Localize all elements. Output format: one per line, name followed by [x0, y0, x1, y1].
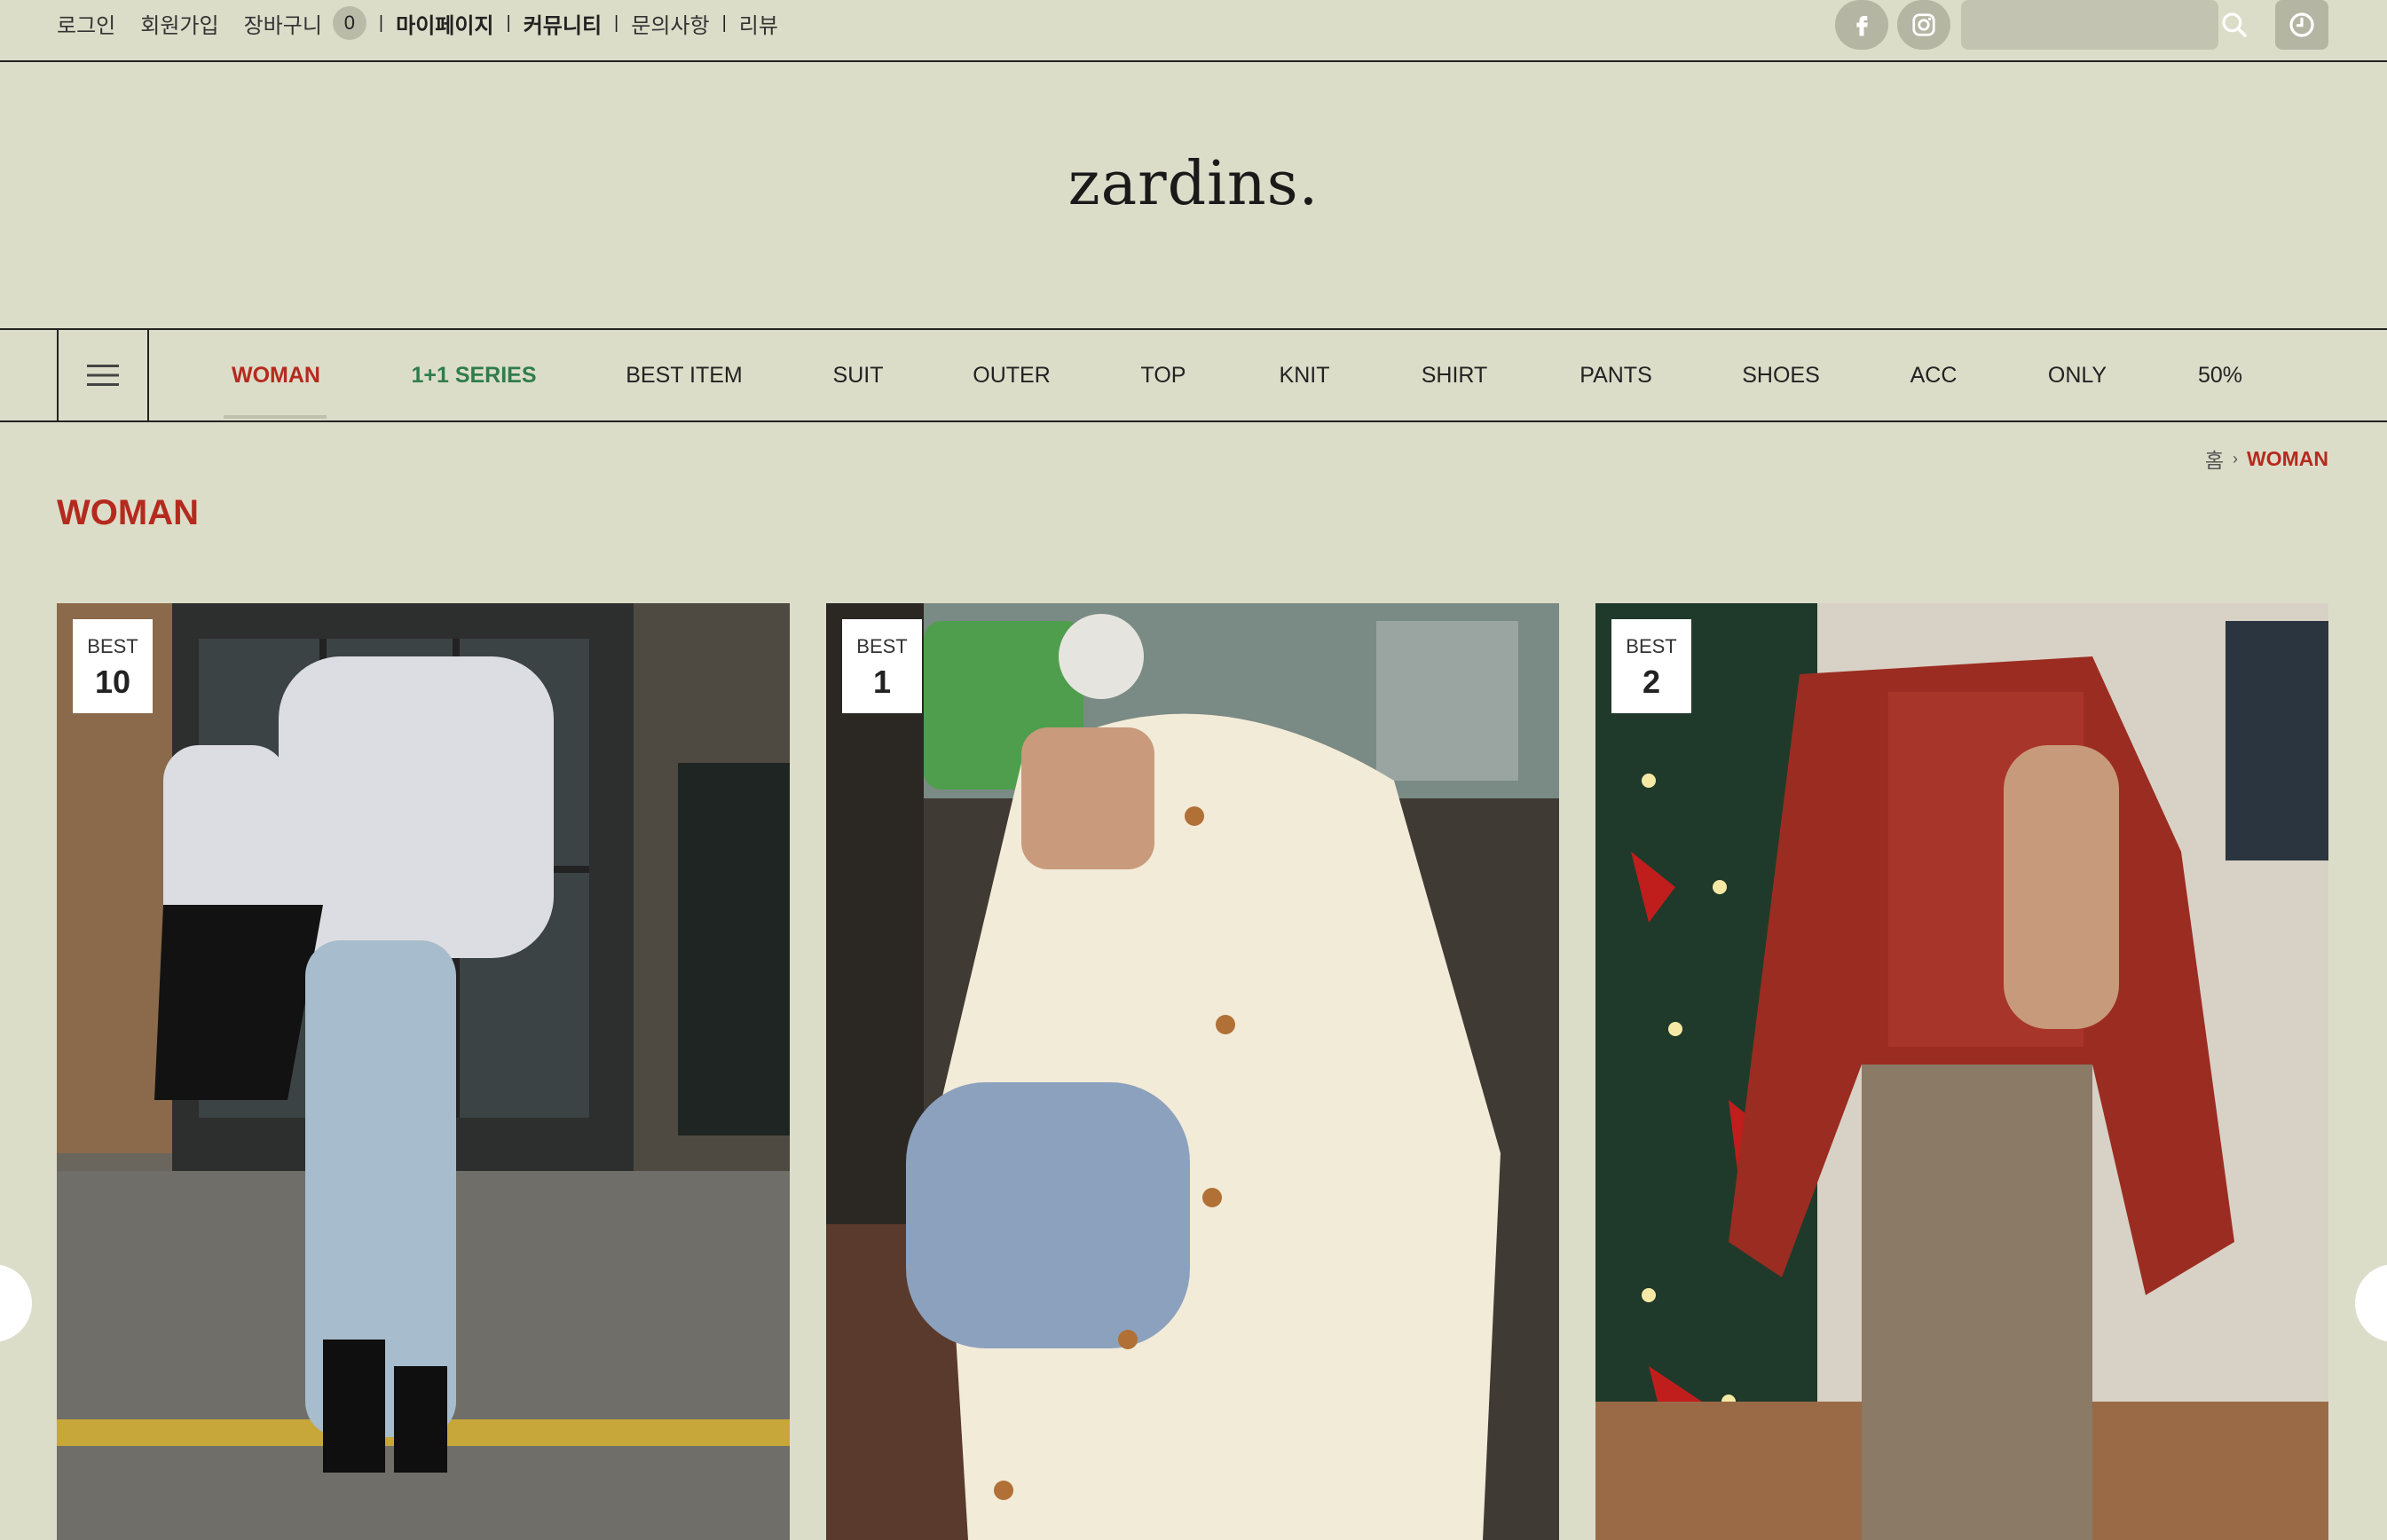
link-separator: | — [721, 12, 727, 33]
search-button[interactable] — [2210, 4, 2259, 46]
join-link[interactable]: 회원가입 — [140, 8, 218, 39]
clock-icon — [2289, 12, 2314, 37]
menu-button[interactable] — [57, 330, 149, 420]
breadcrumb-current: WOMAN — [2247, 446, 2328, 470]
nav-item-outer[interactable]: OUTER — [973, 330, 1051, 420]
best-rank-badge: BEST 1 — [842, 619, 922, 713]
nav-item-shoes[interactable]: SHOES — [1742, 330, 1820, 420]
nav-item-acc[interactable]: ACC — [1910, 330, 1958, 420]
slider-prev-button[interactable] — [0, 1264, 32, 1342]
product-image — [1595, 603, 2328, 1540]
product-card[interactable]: BEST 2 — [1595, 603, 2328, 1540]
chevron-right-icon: › — [2233, 449, 2239, 468]
link-separator: | — [378, 12, 384, 33]
hamburger-icon — [87, 365, 119, 386]
breadcrumb: 홈 › WOMAN — [2205, 444, 2328, 474]
facebook-button[interactable] — [1835, 0, 1888, 50]
nav-item-suit[interactable]: SUIT — [833, 330, 884, 420]
nav-item-top[interactable]: TOP — [1141, 330, 1186, 420]
cart-count-badge: 0 — [332, 6, 366, 40]
slider-next-button[interactable] — [2355, 1264, 2387, 1342]
top-utility-bar: 로그인 회원가입 장바구니 0 | 마이페이지 | 커뮤니티 | 문의사항 | … — [0, 0, 2387, 62]
main-navigation: WOMAN 1+1 SERIES BEST ITEM SUIT OUTER TO… — [0, 328, 2387, 422]
mypage-link[interactable]: 마이페이지 — [396, 8, 493, 39]
badge-label: BEST — [87, 635, 138, 657]
badge-label: BEST — [856, 635, 908, 657]
product-image — [826, 603, 1559, 1540]
utility-links: 로그인 회원가입 장바구니 0 | 마이페이지 | 커뮤니티 | 문의사항 | … — [57, 5, 778, 41]
nav-item-best-item[interactable]: BEST ITEM — [626, 330, 743, 420]
instagram-button[interactable] — [1897, 0, 1950, 50]
product-card[interactable]: BEST 1 — [826, 603, 1559, 1540]
product-image — [57, 603, 790, 1540]
search-input[interactable] — [1961, 0, 2218, 50]
nav-active-indicator — [224, 415, 327, 419]
nav-item-only[interactable]: ONLY — [2048, 330, 2107, 420]
badge-label: BEST — [1626, 635, 1677, 657]
cart-link[interactable]: 장바구니 — [244, 8, 322, 39]
breadcrumb-home[interactable]: 홈 — [2205, 444, 2224, 474]
badge-rank: 10 — [94, 664, 131, 700]
facebook-icon — [1856, 16, 1868, 36]
community-link[interactable]: 커뮤니티 — [524, 8, 602, 39]
nav-item-woman[interactable]: WOMAN — [232, 330, 320, 420]
review-link[interactable]: 리뷰 — [739, 8, 778, 39]
best-rank-badge: BEST 2 — [1611, 619, 1691, 713]
product-card[interactable]: BEST 10 — [57, 603, 790, 1540]
best-rank-badge: BEST 10 — [73, 619, 153, 713]
page-title: WOMAN — [57, 493, 199, 532]
inquiry-link[interactable]: 문의사항 — [631, 8, 709, 39]
nav-item-pants[interactable]: PANTS — [1580, 330, 1652, 420]
nav-item-sale-50[interactable]: 50% — [2198, 330, 2242, 420]
link-separator: | — [614, 12, 619, 33]
site-logo[interactable]: zardins. — [0, 149, 2387, 219]
instagram-icon — [1912, 13, 1935, 36]
search-icon — [2222, 12, 2247, 37]
badge-rank: 2 — [1642, 664, 1661, 700]
link-separator: | — [506, 12, 511, 33]
nav-item-shirt[interactable]: SHIRT — [1422, 330, 1488, 420]
nav-item-knit[interactable]: KNIT — [1280, 330, 1330, 420]
nav-item-1plus1-series[interactable]: 1+1 SERIES — [411, 330, 536, 420]
login-link[interactable]: 로그인 — [57, 8, 115, 39]
recent-view-button[interactable] — [2275, 0, 2328, 50]
badge-rank: 1 — [872, 664, 892, 700]
